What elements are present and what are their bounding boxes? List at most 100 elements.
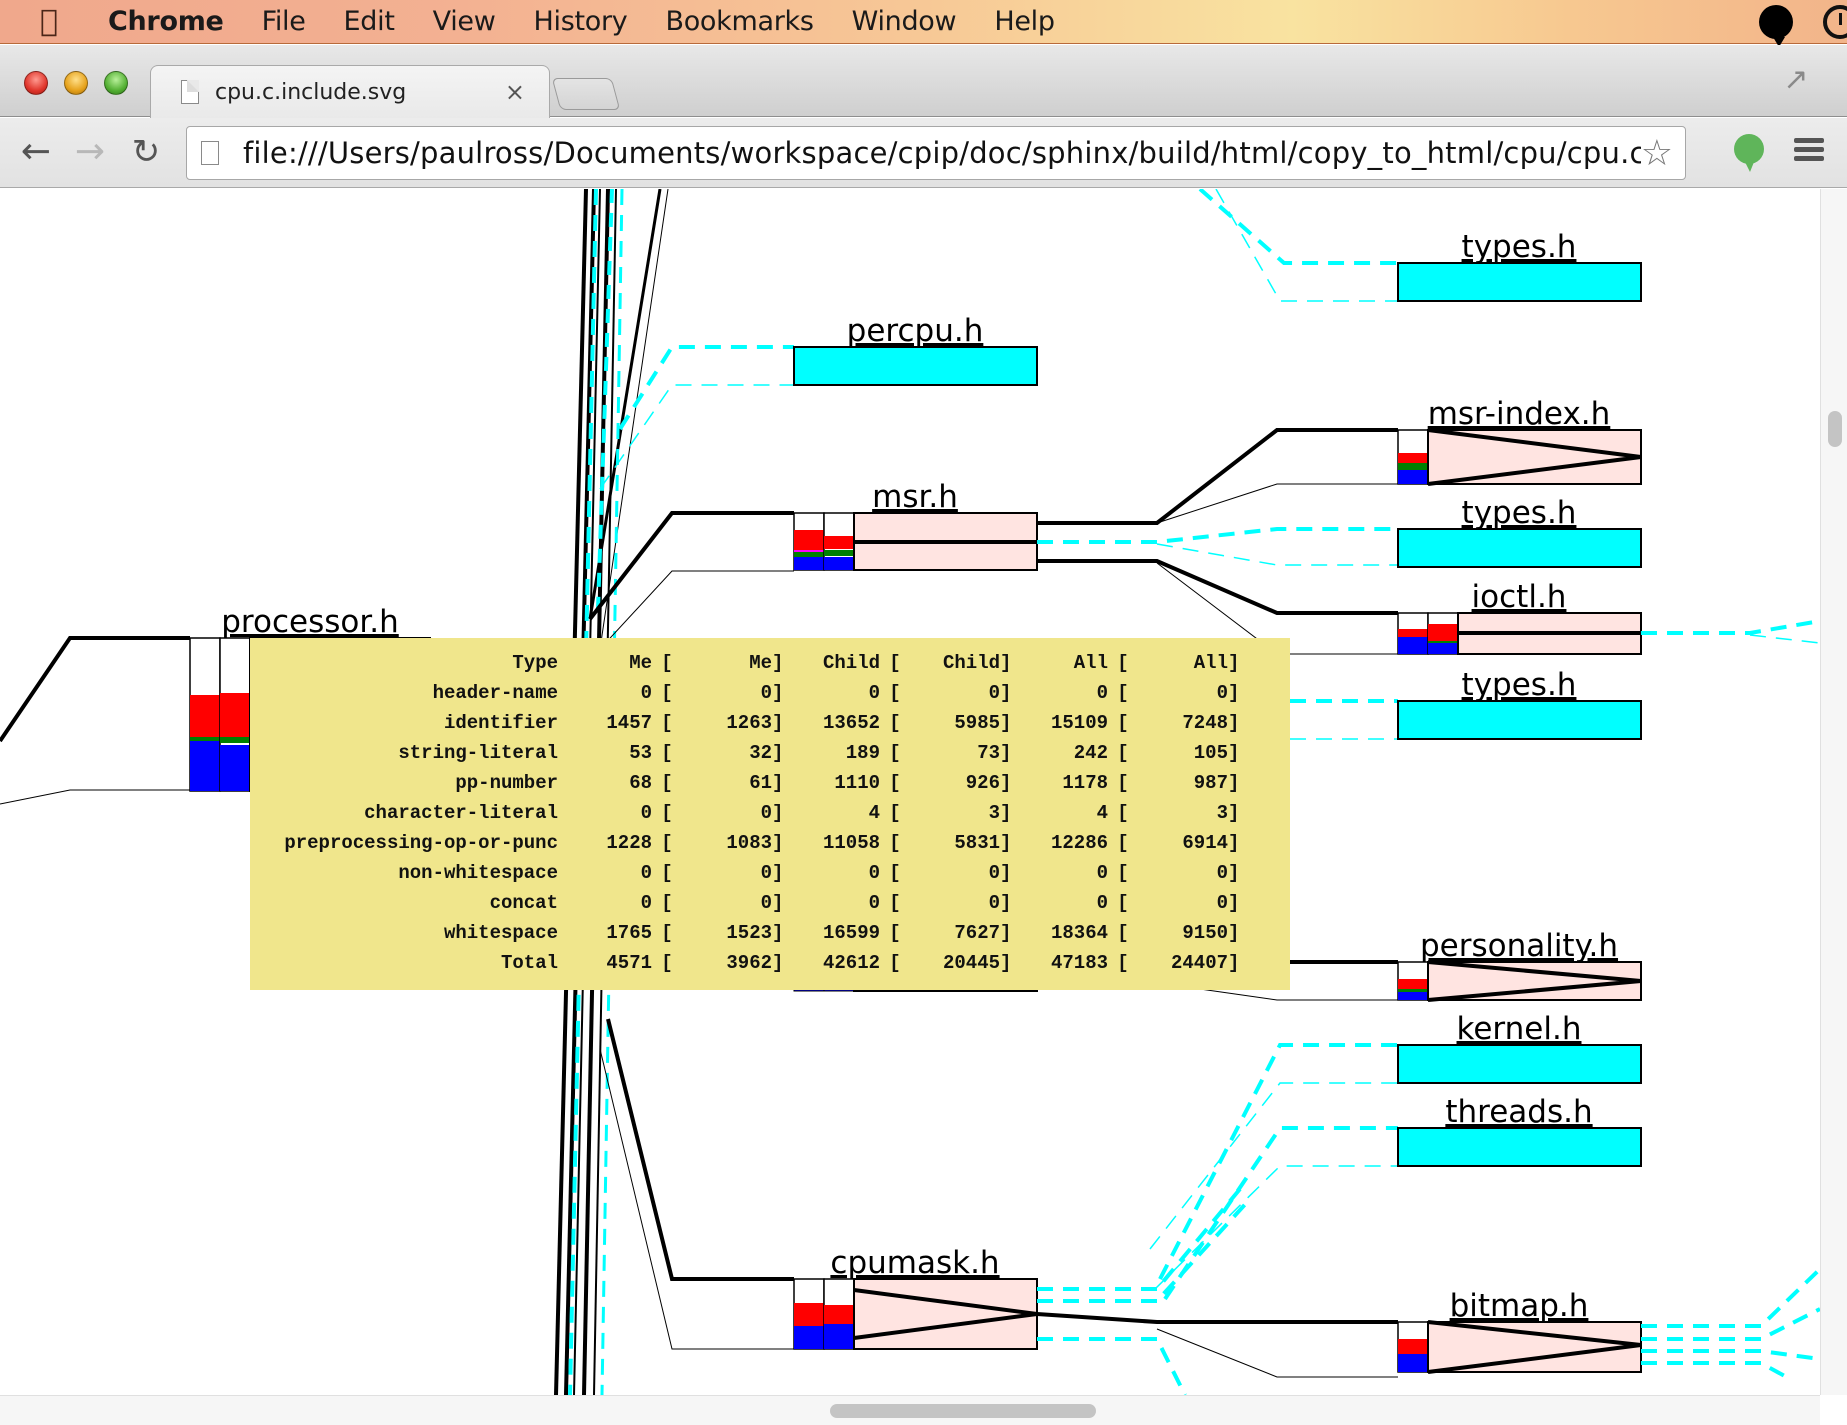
node-label-processor[interactable]: processor.h bbox=[221, 604, 399, 640]
edge-from-ioctl bbox=[1641, 619, 1820, 644]
menu-file[interactable]: File bbox=[262, 0, 306, 44]
node-box-types-top[interactable] bbox=[1397, 262, 1642, 302]
node-msr[interactable] bbox=[793, 512, 1038, 571]
menu-help[interactable]: Help bbox=[994, 0, 1055, 44]
hamburger-menu-icon[interactable] bbox=[1794, 138, 1824, 162]
node-box-kernel[interactable] bbox=[1397, 1044, 1642, 1084]
node-label-kernel[interactable]: kernel.h bbox=[1457, 1011, 1582, 1047]
vertical-scrollbar[interactable] bbox=[1820, 189, 1847, 1395]
bookmark-star-icon[interactable]: ☆ bbox=[1641, 133, 1673, 174]
node-bitmap[interactable] bbox=[1397, 1320, 1642, 1374]
address-bar[interactable]: file:///Users/paulross/Documents/workspa… bbox=[186, 126, 1686, 180]
node-label-cpumask[interactable]: cpumask.h bbox=[830, 1245, 999, 1281]
reload-button[interactable]: ↻ bbox=[126, 132, 166, 172]
cell-me-sig: 1083 bbox=[726, 832, 772, 854]
node-label-percpu[interactable]: percpu.h bbox=[847, 313, 984, 349]
cell-all: 0 bbox=[1096, 892, 1108, 914]
edges-from-bitmap bbox=[1641, 1267, 1820, 1381]
fullscreen-icon[interactable]: ↗ bbox=[1781, 65, 1811, 95]
back-button[interactable]: ← bbox=[16, 132, 56, 172]
forward-button[interactable]: → bbox=[70, 132, 110, 172]
bracket: ] bbox=[1000, 712, 1012, 734]
cell-child: 0 bbox=[868, 862, 880, 884]
cell-me: 1228 bbox=[606, 832, 652, 854]
bracket: ] bbox=[772, 682, 784, 704]
node-box-threads[interactable] bbox=[1397, 1127, 1642, 1167]
bracket: [ bbox=[889, 682, 901, 704]
node-label-types-mid[interactable]: types.h bbox=[1462, 495, 1577, 531]
cell-me-sig: 0 bbox=[760, 682, 772, 704]
cell-all: 18364 bbox=[1050, 922, 1108, 944]
tab-close-icon[interactable]: × bbox=[505, 78, 525, 106]
new-tab-button[interactable] bbox=[551, 78, 621, 110]
horizontal-scroll-thumb[interactable] bbox=[830, 1404, 1096, 1418]
time-machine-icon[interactable] bbox=[1823, 5, 1847, 39]
cell-me: 4571 bbox=[606, 952, 652, 974]
menu-view[interactable]: View bbox=[433, 0, 496, 44]
table-row: pp-number 68 [61] 1110 [926] 1178 [987] bbox=[250, 768, 1242, 798]
apple-logo-icon[interactable]:  bbox=[40, 0, 80, 44]
bracket: ] bbox=[1000, 682, 1012, 704]
bracket: ] bbox=[1228, 832, 1240, 854]
menu-bookmarks[interactable]: Bookmarks bbox=[665, 0, 813, 44]
window-zoom-button[interactable] bbox=[104, 71, 128, 95]
menu-window[interactable]: Window bbox=[852, 0, 957, 44]
node-box-types-low[interactable] bbox=[1397, 700, 1642, 740]
table-row: identifier 1457 [1263] 13652 [5985] 15109 [724… bbox=[250, 708, 1242, 738]
tab-active[interactable]: cpu.c.include.svg × bbox=[150, 65, 550, 118]
cell-me: 0 bbox=[640, 862, 652, 884]
bracket: ] bbox=[772, 742, 784, 764]
cell-all-sig: 3 bbox=[1216, 802, 1228, 824]
node-label-ioctl[interactable]: ioctl.h bbox=[1472, 579, 1567, 615]
vertical-scroll-thumb[interactable] bbox=[1828, 411, 1842, 447]
header-me-sig: Me bbox=[749, 652, 772, 674]
bracket: ] bbox=[1228, 772, 1240, 794]
cell-all-sig: 105 bbox=[1193, 742, 1228, 764]
node-label-msr-index[interactable]: msr-index.h bbox=[1428, 396, 1611, 432]
node-label-threads[interactable]: threads.h bbox=[1445, 1094, 1592, 1130]
node-box-percpu[interactable] bbox=[793, 346, 1038, 386]
cell-all: 4 bbox=[1096, 802, 1108, 824]
bracket: [ bbox=[889, 922, 901, 944]
bracket: [ bbox=[889, 712, 901, 734]
node-msr-index[interactable] bbox=[1397, 428, 1642, 486]
window-close-button[interactable] bbox=[24, 71, 48, 95]
cell-child-sig: 926 bbox=[965, 772, 1000, 794]
node-box-types-mid[interactable] bbox=[1397, 528, 1642, 568]
extension-bubble-icon[interactable] bbox=[1734, 134, 1764, 172]
node-label-personality[interactable]: personality.h bbox=[1420, 928, 1618, 964]
bracket: [ bbox=[661, 712, 673, 734]
cell-type: concat bbox=[489, 892, 558, 914]
cell-all-sig: 7248 bbox=[1182, 712, 1228, 734]
bracket: ] bbox=[772, 802, 784, 824]
bracket: [ bbox=[889, 742, 901, 764]
browser-toolbar: ← → ↻ file:///Users/paulross/Documents/w… bbox=[0, 118, 1847, 188]
menu-chrome[interactable]: Chrome bbox=[108, 0, 224, 44]
bracket: ] bbox=[1228, 682, 1240, 704]
node-personality[interactable] bbox=[1397, 960, 1642, 1002]
window-minimize-button[interactable] bbox=[64, 71, 88, 95]
node-label-types-low[interactable]: types.h bbox=[1462, 667, 1577, 703]
url-text[interactable]: file:///Users/paulross/Documents/workspa… bbox=[243, 136, 1641, 170]
node-cpumask[interactable] bbox=[793, 1278, 1038, 1350]
edges-to-kernel-threads bbox=[1149, 1043, 1398, 1301]
table-row: concat 0[0] 0[0] 0[0] bbox=[250, 888, 1242, 918]
node-label-types-top[interactable]: types.h bbox=[1462, 229, 1577, 265]
bracket: ] bbox=[1228, 712, 1240, 734]
menu-edit[interactable]: Edit bbox=[344, 0, 395, 44]
notification-bubble-icon[interactable] bbox=[1759, 5, 1793, 47]
node-label-msr[interactable]: msr.h bbox=[872, 479, 958, 515]
bracket: [ bbox=[1117, 772, 1129, 794]
cell-child: 13652 bbox=[822, 712, 880, 734]
cell-child-sig: 5985 bbox=[954, 712, 1000, 734]
cell-all-sig: 0 bbox=[1216, 892, 1228, 914]
node-label-bitmap[interactable]: bitmap.h bbox=[1450, 1288, 1589, 1324]
bracket: [ bbox=[661, 952, 673, 974]
menu-history[interactable]: History bbox=[534, 0, 628, 44]
node-ioctl[interactable] bbox=[1397, 612, 1642, 655]
horizontal-scrollbar[interactable] bbox=[0, 1395, 1820, 1425]
cell-me-sig: 3962 bbox=[726, 952, 772, 974]
bracket: ] bbox=[772, 892, 784, 914]
cell-me: 0 bbox=[640, 802, 652, 824]
edges-from-cpumask bbox=[1036, 1187, 1398, 1395]
